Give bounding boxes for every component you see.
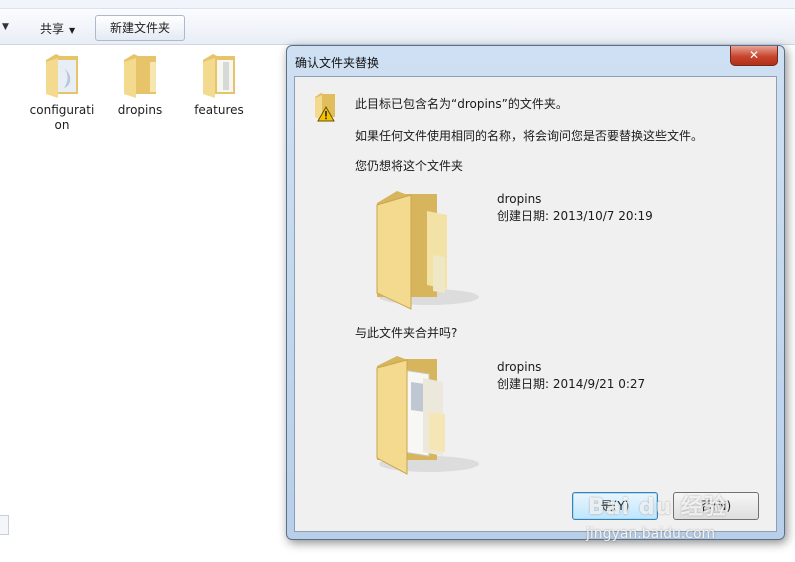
watermark-url: jingyan.baidu.com <box>586 526 716 542</box>
dialog-body: 此目标已包含名为“dropins”的文件夹。 如果任何文件使用相同的名称，将会询… <box>294 76 777 532</box>
warning-icon <box>315 93 335 122</box>
dialog-explanation: 如果任何文件使用相同的名称，将会询问您是否要替换这些文件。 <box>355 129 704 143</box>
merge-question: 与此文件夹合并吗? <box>355 326 458 340</box>
question-text: 您仍想将这个文件夹 <box>355 159 464 173</box>
chevron-down-icon[interactable]: ▼ <box>2 22 9 32</box>
file-name: configurati <box>29 103 95 117</box>
folder-icon <box>124 54 156 98</box>
close-button[interactable]: ✕ <box>730 46 778 66</box>
toolbar: ▼ 共享 ▼ 新建文件夹 <box>0 9 795 45</box>
file-name-wrap: on <box>54 118 70 132</box>
folder-icon <box>376 356 479 475</box>
source-folder-name: dropins <box>497 360 542 374</box>
baidu-watermark-logo: Bai du 经验 <box>588 495 727 520</box>
share-label: 共享 <box>40 22 65 36</box>
new-folder-button[interactable]: 新建文件夹 <box>95 15 185 41</box>
dialog-title: 确认文件夹替换 <box>295 56 380 70</box>
file-name: dropins <box>117 103 163 117</box>
chevron-down-icon: ▼ <box>69 26 76 35</box>
folder-icon <box>46 54 78 98</box>
confirm-folder-replace-dialog: 确认文件夹替换 ✕ 此目标已包含名为“dropins”的文件夹。 如果任何文件使… <box>286 45 785 540</box>
file-item-dropins[interactable]: dropins <box>105 50 175 118</box>
target-folder-name: dropins <box>497 192 542 206</box>
menu-bar <box>0 0 795 9</box>
folder-icon <box>376 191 479 310</box>
file-item-features[interactable]: features <box>184 50 254 118</box>
target-folder-date: 创建日期: 2013/10/7 20:19 <box>497 209 653 223</box>
file-item-configuration[interactable]: configurati on <box>27 50 97 133</box>
file-name: features <box>194 103 244 117</box>
close-icon: ✕ <box>748 48 760 62</box>
share-button[interactable]: 共享 ▼ <box>40 20 75 37</box>
source-folder-info: dropins 创建日期: 2014/9/21 0:27 <box>497 359 645 393</box>
folder-icon <box>203 54 235 98</box>
target-folder-info: dropins 创建日期: 2013/10/7 20:19 <box>497 191 653 225</box>
source-folder-date: 创建日期: 2014/9/21 0:27 <box>497 377 646 391</box>
scrollbar-stub[interactable] <box>0 515 9 535</box>
dialog-message: 此目标已包含名为“dropins”的文件夹。 <box>355 97 568 111</box>
